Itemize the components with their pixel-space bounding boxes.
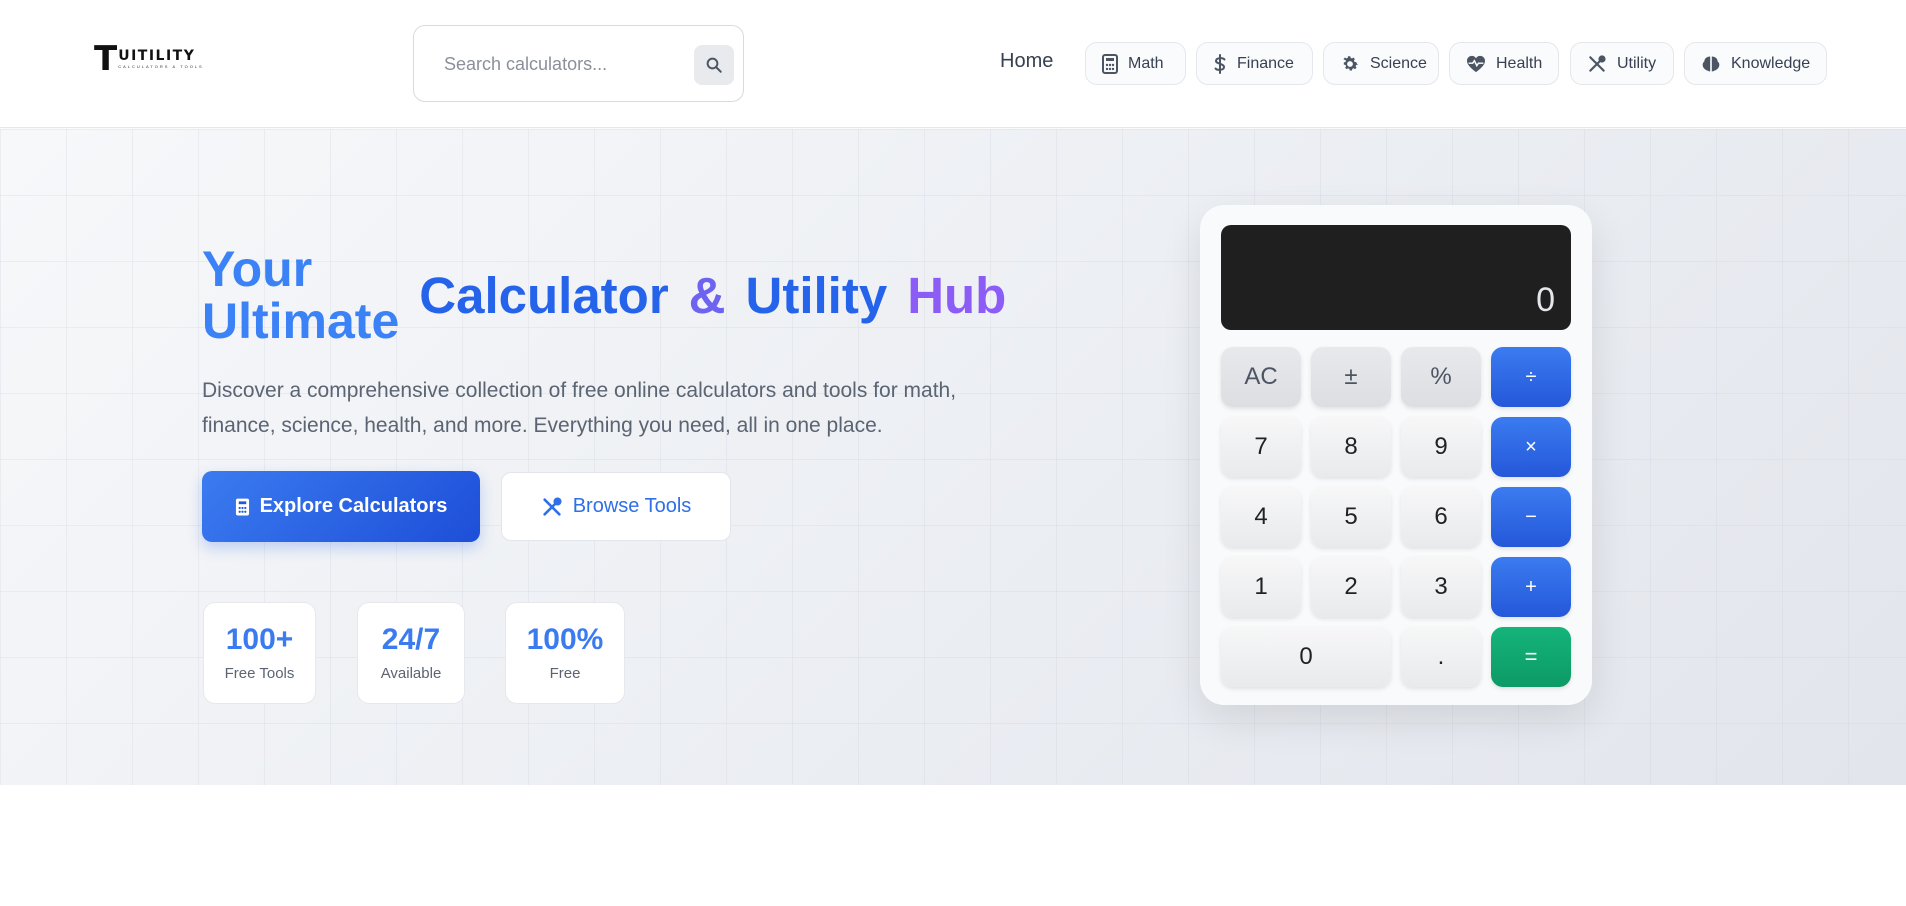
nav-utility-label: Utility: [1617, 54, 1657, 72]
logo-mark: T: [94, 39, 118, 79]
key-2[interactable]: 2: [1311, 557, 1391, 617]
key-equals[interactable]: =: [1491, 627, 1571, 687]
nav-health-label: Health: [1496, 54, 1543, 72]
key-3[interactable]: 3: [1401, 557, 1481, 617]
site-header: T UITILITY CALCULATORS & TOOLS Home Math…: [0, 0, 1906, 128]
calculator-icon: [1102, 53, 1118, 74]
hero-description-line2: finance, science, health, and more. Ever…: [202, 414, 883, 437]
key-1[interactable]: 1: [1221, 557, 1301, 617]
logo-tagline: CALCULATORS & TOOLS: [118, 64, 204, 69]
browse-tools-label: Browse Tools: [572, 495, 692, 517]
title-your: Your: [202, 241, 313, 297]
stat-value: 100+: [225, 622, 294, 656]
key-4[interactable]: 4: [1221, 487, 1301, 547]
dollar-icon: [1214, 53, 1226, 74]
stat-label: Free: [549, 664, 581, 682]
key-5[interactable]: 5: [1311, 487, 1391, 547]
hero-description: Discover a comprehensive collection of f…: [202, 373, 1022, 443]
calculator-widget: 0 AC ± % ÷ 7 8 9 × 4 5 6 − 1 2 3 + 0 . =: [1200, 205, 1592, 705]
stat-card: 100% Free: [505, 602, 625, 704]
search-box: [413, 25, 744, 102]
key-clear[interactable]: AC: [1221, 347, 1301, 407]
key-sign[interactable]: ±: [1311, 347, 1391, 407]
nav-science-label: Science: [1370, 54, 1427, 72]
nav-finance-label: Finance: [1237, 54, 1294, 72]
browse-tools-button[interactable]: Browse Tools: [501, 472, 731, 541]
key-percent[interactable]: %: [1401, 347, 1481, 407]
tools-icon: [1589, 54, 1606, 72]
stat-label: Available: [380, 664, 442, 682]
search-input[interactable]: [444, 50, 674, 78]
stat-card: 24/7 Available: [357, 602, 465, 704]
hero-description-line1: Discover a comprehensive collection of f…: [202, 379, 957, 402]
nav-science[interactable]: Science: [1323, 42, 1439, 85]
key-9[interactable]: 9: [1401, 417, 1481, 477]
stat-card: 100+ Free Tools: [203, 602, 316, 704]
explore-calculators-label: Explore Calculators: [259, 495, 448, 517]
title-utility: Utility: [745, 266, 888, 324]
calculator-display: 0: [1221, 225, 1571, 330]
key-decimal[interactable]: .: [1401, 627, 1481, 687]
title-ampersand: &: [688, 266, 726, 324]
explore-calculators-button[interactable]: Explore Calculators: [202, 471, 480, 542]
key-6[interactable]: 6: [1401, 487, 1481, 547]
key-8[interactable]: 8: [1311, 417, 1391, 477]
hero-title: Your Ultimate Calculator & Utility Hub: [202, 243, 1006, 347]
nav-health[interactable]: Health: [1449, 42, 1559, 85]
key-divide[interactable]: ÷: [1491, 347, 1571, 407]
stat-value: 100%: [526, 622, 604, 656]
logo[interactable]: T UITILITY CALCULATORS & TOOLS: [94, 42, 224, 76]
nav-home[interactable]: Home: [1000, 50, 1053, 73]
nav-knowledge[interactable]: Knowledge: [1684, 42, 1827, 85]
search-button[interactable]: [694, 45, 734, 85]
calculator-display-value: 0: [1536, 281, 1555, 319]
title-calculator: Calculator: [419, 266, 669, 324]
nav-math-label: Math: [1128, 54, 1164, 72]
nav-math[interactable]: Math: [1085, 42, 1186, 85]
nav-utility[interactable]: Utility: [1570, 42, 1674, 85]
heartbeat-icon: [1467, 55, 1485, 72]
key-plus[interactable]: +: [1491, 557, 1571, 617]
calculator-icon: [235, 498, 249, 515]
key-minus[interactable]: −: [1491, 487, 1571, 547]
nav-knowledge-label: Knowledge: [1731, 54, 1811, 72]
logo-text: UITILITY: [118, 48, 196, 64]
key-multiply[interactable]: ×: [1491, 417, 1571, 477]
title-ultimate: Ultimate: [202, 293, 400, 349]
brain-icon: [1702, 56, 1720, 71]
gear-icon: [1343, 55, 1358, 70]
key-0[interactable]: 0: [1221, 627, 1391, 687]
stat-value: 24/7: [381, 622, 441, 656]
tools-icon: [543, 496, 562, 516]
key-7[interactable]: 7: [1221, 417, 1301, 477]
stat-label: Free Tools: [224, 664, 295, 682]
search-icon: [706, 57, 722, 73]
title-hub: Hub: [907, 266, 1007, 324]
nav-finance[interactable]: Finance: [1196, 42, 1313, 85]
